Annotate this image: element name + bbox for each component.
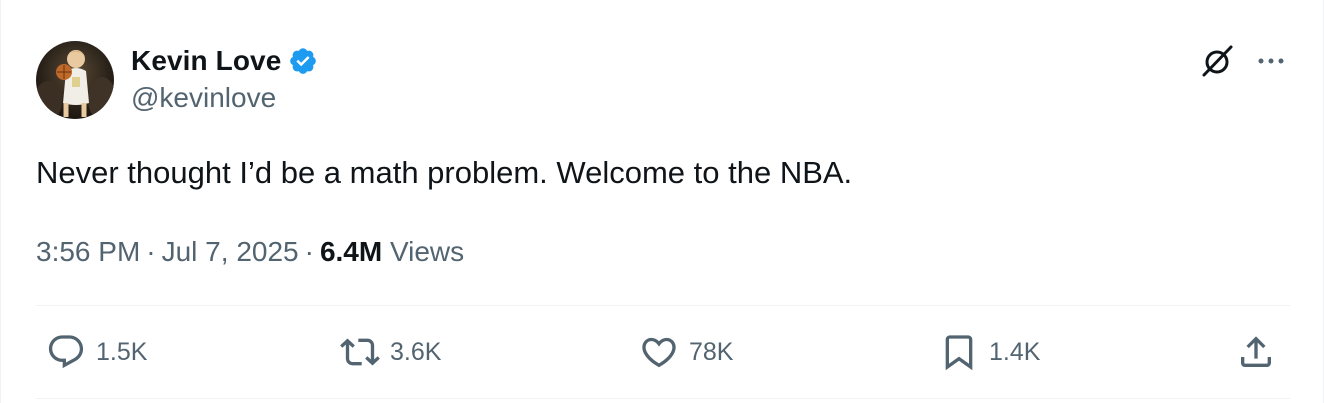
meta-separator: · xyxy=(304,236,314,267)
tweet-meta: 3:56 PM · Jul 7, 2025 · 6.4M Views xyxy=(36,232,464,272)
retweet-icon xyxy=(340,338,380,366)
reply-button[interactable]: 1.5K xyxy=(46,330,147,374)
avatar[interactable] xyxy=(36,41,114,119)
divider xyxy=(36,305,1290,306)
more-icon xyxy=(1258,58,1284,64)
grok-button[interactable] xyxy=(1198,42,1236,80)
like-count: 78K xyxy=(689,337,734,366)
bookmark-icon xyxy=(945,335,973,371)
author-handle[interactable]: @kevinlove xyxy=(131,82,276,114)
share-button[interactable] xyxy=(1236,330,1276,374)
views-count: 6.4M xyxy=(319,236,383,267)
like-button[interactable]: 78K xyxy=(639,330,733,374)
reply-count: 1.5K xyxy=(96,337,148,366)
author-display-name[interactable]: Kevin Love xyxy=(131,45,281,77)
bookmark-button[interactable]: 1.4K xyxy=(939,330,1040,374)
author-name-row: Kevin Love xyxy=(131,41,318,81)
heart-icon xyxy=(642,337,676,368)
views-label: Views xyxy=(389,236,465,267)
verified-badge-icon[interactable] xyxy=(288,46,318,76)
reply-icon xyxy=(48,335,84,369)
grok-icon xyxy=(1202,45,1233,77)
more-button[interactable] xyxy=(1253,45,1289,77)
tweet-time[interactable]: 3:56 PM xyxy=(36,236,140,267)
divider xyxy=(36,398,1290,399)
tweet-text: Never thought I’d be a math problem. Wel… xyxy=(36,155,853,190)
avatar-image xyxy=(36,41,114,119)
retweet-count: 3.6K xyxy=(390,337,442,366)
tweet-card: Kevin Love @kevinlove Never thought I’d … xyxy=(0,0,1324,403)
bookmark-count: 1.4K xyxy=(989,337,1041,366)
share-icon xyxy=(1241,336,1271,367)
tweet-date[interactable]: Jul 7, 2025 xyxy=(162,236,299,267)
meta-separator: · xyxy=(146,236,156,267)
retweet-button[interactable]: 3.6K xyxy=(340,330,441,374)
